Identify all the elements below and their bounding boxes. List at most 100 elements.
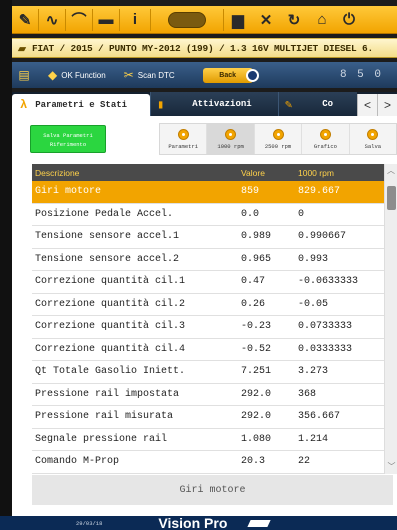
tab-label: Co — [322, 99, 334, 109]
cell-value: 7.251 — [241, 366, 272, 378]
cell-value: 0.26 — [241, 298, 266, 310]
table-row[interactable]: Tensione sensore accel.2 0.965 0.993 — [32, 248, 393, 271]
activation-icon: ▮ — [157, 97, 165, 112]
date-label: 29/03/18 — [76, 519, 103, 527]
back-knob-icon — [245, 68, 259, 82]
cell-rpm: -0.0633333 — [298, 276, 359, 288]
table-row[interactable]: Correzione quantità cil.4 -0.52 0.0333333 — [32, 338, 393, 361]
status-strip: 29/03/18 Vision Pro — [0, 515, 397, 530]
cell-description: Segnale pressione rail — [35, 433, 168, 445]
save-reference-button[interactable]: Salva Parametri Riferimento — [30, 125, 106, 153]
tools-icon[interactable]: ✕ — [252, 6, 280, 34]
table-row[interactable]: Correzione quantità cil.1 0.47 -0.0633333 — [32, 271, 393, 294]
tool-label: Salva — [364, 142, 382, 150]
scan-dtc-button[interactable]: ✂ Scan DTC — [124, 62, 175, 88]
column-rpm: 1000 rpm — [298, 167, 334, 178]
lambda-icon: λ — [20, 98, 28, 112]
gauge-icon — [225, 128, 237, 140]
cell-description: Pressione rail misurata — [35, 411, 174, 423]
cell-rpm: 0.993 — [298, 253, 329, 265]
cell-value: 859 — [241, 186, 260, 198]
table-row[interactable]: Qt Totale Gasolio Iniett. 7.251 3.273 — [32, 361, 393, 384]
table-row[interactable]: Tensione sensore accel.1 0.989 0.990667 — [32, 226, 393, 249]
power-icon[interactable]: ⏻ — [336, 6, 362, 34]
scroll-thumb[interactable] — [387, 186, 396, 210]
parameters-panel: Salva Parametri Riferimento Parametri 10… — [12, 116, 397, 516]
back-label: Back — [219, 71, 237, 79]
cell-rpm: 0 — [298, 208, 305, 220]
column-description: Descrizione — [35, 167, 80, 178]
tab-bar: λ Parametri e Stati ▮ Attivazioni ✎ Co <… — [12, 92, 397, 116]
cell-description: Correzione quantità cil.2 — [35, 298, 186, 310]
info-icon[interactable]: i — [120, 6, 150, 34]
tab-label: Attivazioni — [192, 99, 252, 109]
cell-description: Correzione quantità cil.4 — [35, 343, 186, 355]
cell-description: Tensione sensore accel.2 — [35, 253, 180, 265]
tab-parametri-e-stati[interactable]: λ Parametri e Stati — [12, 94, 150, 116]
tab-next-button[interactable]: > — [377, 94, 397, 116]
table-row[interactable]: Pressione rail impostata 292.0 368 — [32, 383, 393, 406]
tool-2500rpm-button[interactable]: 2500 rpm — [255, 124, 303, 154]
table-row[interactable]: Correzione quantità cil.3 -0.23 0.0733333 — [32, 316, 393, 339]
function-menu-icon[interactable]: ▤ — [12, 62, 40, 88]
tool-1000rpm-button[interactable]: 1000 rpm — [207, 124, 255, 154]
cell-value: 292.0 — [241, 388, 272, 400]
wrench-icon[interactable]: ✎ — [12, 6, 38, 34]
cell-rpm: 0.0333333 — [298, 343, 353, 355]
table-row[interactable]: Correzione quantità cil.2 0.26 -0.05 — [32, 293, 393, 316]
table-scrollbar[interactable]: ︿ ﹀ — [384, 164, 397, 474]
table-row[interactable]: Comando M-Prop 20.3 22 — [32, 451, 393, 474]
tool-label: 1000 rpm — [217, 142, 244, 150]
cell-description: Qt Totale Gasolio Iniett. — [35, 366, 186, 378]
tab-attivazioni[interactable]: ▮ Attivazioni — [150, 92, 278, 116]
table-row[interactable]: Posizione Pedale Accel. 0.0 0 — [32, 203, 393, 226]
back-button[interactable]: Back — [202, 67, 259, 83]
cell-value: 0.0 — [241, 208, 260, 220]
display-digits: 8 5 0 — [339, 69, 383, 81]
car-icon: ◆ — [48, 68, 58, 82]
tab-prev-button[interactable]: < — [357, 94, 377, 116]
print-icon[interactable]: ▆ — [224, 6, 252, 34]
home-icon[interactable]: ⌂ — [308, 6, 336, 34]
cell-description: Tensione sensore accel.1 — [35, 231, 180, 243]
tool-label: Parametri — [168, 142, 199, 150]
brand-logo — [151, 6, 223, 34]
save-icon — [367, 128, 379, 140]
cell-rpm: 356.667 — [298, 411, 341, 423]
parameters-table: Descrizione Valore 1000 rpm Giri motore 8… — [32, 164, 393, 474]
main-toolbar: ✎ ∿ ⌒ ▬ i ▆ ✕ ↻ ⌂ ⏻ — [12, 6, 397, 34]
bezel-left — [0, 0, 12, 516]
scroll-down-icon[interactable]: ﹀ — [385, 460, 397, 474]
folder-icon[interactable]: ▬ — [93, 6, 119, 34]
cell-value: -0.23 — [241, 321, 272, 333]
vehicle-path-bar: ▰ FIAT / 2015 / PUNTO MY-2012 (199) / 1.… — [12, 38, 397, 58]
cell-rpm: 368 — [298, 388, 317, 400]
ok-function-button[interactable]: ◆ OK Function — [48, 62, 106, 88]
pulse-icon[interactable]: ∿ — [39, 6, 65, 34]
tool-salva-button[interactable]: Salva — [350, 124, 396, 154]
cell-description: Correzione quantità cil.3 — [35, 321, 186, 333]
cell-description: Correzione quantità cil.1 — [35, 276, 186, 288]
tool-parametri-button[interactable]: Parametri — [160, 124, 208, 154]
wrench-icon: ✎ — [285, 97, 293, 112]
cell-rpm: 22 — [298, 456, 311, 468]
scroll-up-icon[interactable]: ︿ — [385, 164, 397, 178]
tool-grafico-button[interactable]: Grafico — [302, 124, 350, 154]
gauge-icon — [272, 128, 284, 140]
table-row[interactable]: Giri motore 859 829.667 — [32, 181, 393, 204]
cell-value: 1.080 — [241, 433, 272, 445]
parameters-icon — [177, 128, 189, 140]
cell-rpm: 1.214 — [298, 433, 329, 445]
cell-value: 20.3 — [241, 456, 266, 468]
refresh-icon[interactable]: ↻ — [280, 6, 308, 34]
table-row[interactable]: Segnale pressione rail 1.080 1.214 — [32, 428, 393, 451]
cell-rpm: 3.273 — [298, 366, 329, 378]
table-row[interactable]: Pressione rail misurata 292.0 356.667 — [32, 406, 393, 429]
wifi-icon[interactable]: ⌒ — [66, 6, 92, 34]
brand-mark-icon — [247, 519, 272, 527]
selected-parameter-bar: Giri motore — [32, 475, 393, 505]
scan-icon: ✂ — [123, 68, 134, 82]
chart-icon — [319, 128, 331, 140]
tab-co[interactable]: ✎ Co — [278, 92, 357, 116]
cell-description: Giri motore — [35, 186, 102, 198]
